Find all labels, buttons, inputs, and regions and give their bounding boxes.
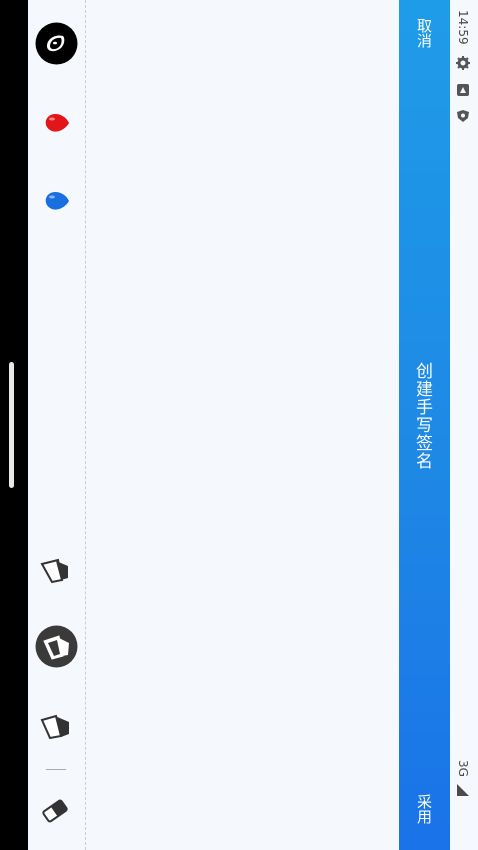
network-type: 3G [456,760,470,777]
eraser-icon[interactable] [40,796,70,826]
gesture-handle[interactable] [9,362,14,488]
status-time: 14:59 [456,10,470,45]
thin-pen-icon[interactable] [40,556,72,584]
settings-gear-icon [456,56,470,70]
red-ink-drop-icon[interactable] [44,112,70,134]
shield-notification-icon [457,110,469,122]
system-navigation-strip [0,0,28,850]
black-color-swatch-selected[interactable] [35,22,78,65]
notification-image-icon [457,84,469,96]
blue-ink-drop-icon[interactable] [44,190,70,212]
marker-pen-icon[interactable] [35,625,78,668]
signature-canvas[interactable] [86,0,399,850]
cancel-button[interactable]: 取消 [414,18,435,48]
signal-strength-icon [457,784,469,796]
apply-button[interactable]: 采用 [414,794,435,824]
brush-pen-icon[interactable] [40,710,72,740]
tool-separator [46,769,66,770]
status-bar [450,0,478,850]
page-title: 创建手写签名 [412,362,432,470]
